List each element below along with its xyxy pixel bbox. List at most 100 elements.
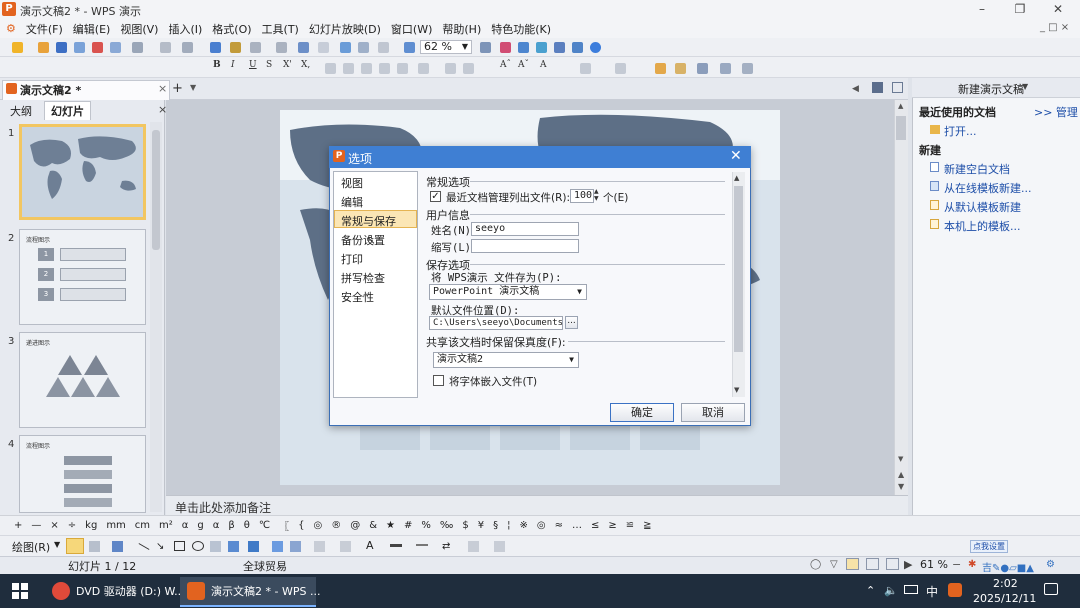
settings-badge[interactable]: 点我设置 [970,540,1008,553]
underline-button[interactable]: U [249,60,257,70]
symbol-item[interactable]: ※ [519,520,527,531]
fidelity-document-select[interactable]: 演示文稿2 ▼ [433,352,579,368]
symbol-item[interactable]: α [213,520,220,531]
copy-icon[interactable] [182,42,193,53]
slide-thumbnail-2[interactable]: 流程图示 1 2 3 [19,229,146,325]
minimize-button[interactable]: – [964,0,1000,19]
textbox-draw-icon[interactable] [210,541,221,552]
symbol-item[interactable]: ≥ [608,520,616,531]
3d-style-icon[interactable] [494,541,505,552]
filter-icon[interactable]: ▽ [830,559,838,570]
superscript-button[interactable]: X' [283,60,292,70]
slide-thumbnail-3[interactable]: 递进图示 [19,332,146,428]
next-slide-icon[interactable]: ▼ [898,482,904,491]
pdf-icon[interactable] [92,42,103,53]
menu-features[interactable]: 特色功能(K) [491,21,551,37]
design-icon[interactable] [655,63,666,74]
align-center-icon[interactable] [343,63,354,74]
symbol-item[interactable]: × [50,520,58,531]
rectangle-icon[interactable] [174,541,185,551]
dash-style-icon[interactable] [416,544,428,546]
line-style-icon[interactable] [390,544,402,547]
tab-slides[interactable]: 幻灯片 [44,101,91,120]
undo-icon[interactable] [250,42,261,53]
draw-menu-chevron-icon[interactable]: ▼ [54,540,60,549]
symbol-item[interactable]: ◎ [537,520,546,531]
initials-input[interactable] [471,239,579,253]
edit-scroll-thumb[interactable] [896,116,906,140]
line-color-icon[interactable] [340,541,351,552]
draw-menu-button[interactable]: 绘图(R) [12,539,50,555]
symbol-item[interactable]: % [421,520,431,531]
shadow-style-icon[interactable] [468,541,479,552]
menu-format[interactable]: 格式(O) [212,21,251,37]
menu-edit[interactable]: 编辑(E) [73,21,111,37]
background-icon[interactable] [742,63,753,74]
symbol-item[interactable]: { [298,520,304,531]
open-icon[interactable] [38,42,49,53]
app-menu-icon[interactable]: ⚙ [6,22,16,35]
ok-button[interactable]: 确定 [610,403,674,422]
options-icon[interactable] [572,42,583,53]
settings-wrench-icon[interactable]: ⚙ [1046,559,1055,570]
symbol-item[interactable]: θ [244,520,250,531]
symbol-item[interactable]: ¦ [507,520,510,531]
network-icon[interactable] [904,585,918,594]
bullets-icon[interactable] [445,63,456,74]
symbol-item[interactable]: § [493,520,498,531]
category-edit[interactable]: 编辑 [341,194,363,210]
symbol-item[interactable]: α [182,520,189,531]
zoom-out-icon[interactable]: − [952,558,961,571]
recent-files-spinner-icon[interactable]: ▲ ▼ [594,188,599,202]
indent-icon[interactable] [463,63,474,74]
maximize-button[interactable]: ❐ [1002,0,1038,19]
chart-icon[interactable] [340,42,351,53]
notification-icon[interactable] [1044,583,1058,595]
window-icon[interactable] [554,42,565,53]
symbol-item[interactable]: g [197,520,203,531]
subscript-button[interactable]: X, [301,60,310,70]
new-slide-icon[interactable] [697,63,708,74]
para-spacing-icon[interactable] [615,63,626,74]
grow-font-button[interactable]: Aˆ [500,60,511,70]
category-general-save[interactable]: 常规与保存 [341,213,396,229]
menu-file[interactable]: 文件(F) [26,21,63,37]
category-spelling[interactable]: 拼写检查 [341,270,385,286]
category-security[interactable]: 安全性 [341,289,374,305]
clock-date[interactable]: 2025/12/11 [973,592,1036,605]
menu-window[interactable]: 窗口(W) [391,21,432,37]
symbol-item[interactable]: ≌ [626,520,634,531]
new-tab-button[interactable]: + [172,81,183,96]
redo-icon[interactable] [276,42,287,53]
tab-split-icon[interactable] [892,82,903,93]
image-icon[interactable] [358,42,369,53]
symbol-item[interactable]: ★ [386,520,395,531]
reading-view-icon[interactable] [886,558,899,570]
ime-mode[interactable]: 中 [926,583,938,600]
sorter-view-icon[interactable] [866,558,879,570]
local-template-link[interactable]: 本机上的模板... [944,218,1021,234]
symbol-item[interactable]: β [228,520,234,531]
symbol-item[interactable]: kg [85,520,97,531]
paste-icon[interactable] [210,42,221,53]
new-blank-link[interactable]: 新建空白文档 [944,161,1010,177]
autoshapes-icon[interactable] [112,541,123,552]
symbol-item[interactable]: ≤ [591,520,599,531]
link-icon[interactable] [298,42,309,53]
bold-button[interactable]: B [213,60,221,70]
symbol-item[interactable]: ≈ [555,520,563,531]
windows-start-icon[interactable] [12,583,28,599]
symbol-item[interactable]: — [31,520,41,531]
tray-chevron-icon[interactable]: ⌃ [866,584,875,597]
save-icon[interactable] [56,42,67,53]
play-slideshow-icon[interactable]: ▶ [904,558,912,571]
symbol-item[interactable]: m² [159,520,173,531]
default-template-link[interactable]: 从默认模板新建 [944,199,1021,215]
clock-time[interactable]: 2:02 [993,577,1018,590]
find-icon[interactable] [480,42,491,53]
document-tab-close-icon[interactable]: × [158,82,167,95]
scroll-down-icon[interactable]: ▼ [898,455,903,463]
category-print[interactable]: 打印 [341,251,363,267]
align-left-icon[interactable] [325,63,336,74]
new-doc-icon[interactable] [12,42,23,53]
